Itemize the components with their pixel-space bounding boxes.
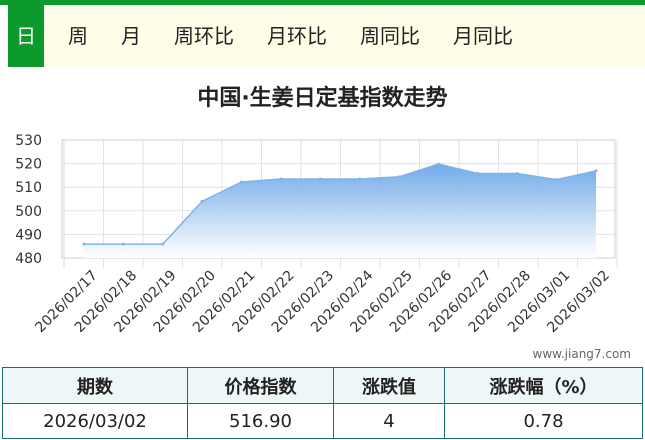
y-tick-label: 520 xyxy=(15,157,42,173)
y-tick-label: 510 xyxy=(15,180,42,196)
cell-period: 2026/03/02 xyxy=(2,403,188,439)
data-point xyxy=(594,169,598,173)
index-trend-chart: 4804905005105205302026/02/172026/02/1820… xyxy=(15,133,618,336)
cell-change-value: 4 xyxy=(333,403,445,439)
data-point xyxy=(200,199,204,203)
data-point xyxy=(318,177,322,181)
header-change-percent: 涨跌幅（%） xyxy=(444,367,643,404)
data-point xyxy=(82,242,86,246)
data-point xyxy=(515,172,519,176)
y-tick-label: 500 xyxy=(15,204,42,220)
header-period: 期数 xyxy=(2,367,188,404)
data-point xyxy=(240,180,244,184)
data-point xyxy=(555,178,559,182)
data-point xyxy=(358,177,362,181)
table-row: 2026/03/02 516.90 4 0.78 xyxy=(2,403,643,439)
index-summary-table: 期数 价格指数 涨跌值 涨跌幅（%） 2026/03/02 516.90 4 0… xyxy=(2,367,643,439)
y-tick-label: 490 xyxy=(15,227,42,243)
data-point xyxy=(279,177,283,181)
tab-month[interactable]: 月 xyxy=(121,5,141,67)
data-point xyxy=(397,175,401,179)
data-point xyxy=(436,162,440,166)
tab-week[interactable]: 周 xyxy=(68,5,88,67)
cell-price-index: 516.90 xyxy=(187,403,334,439)
y-tick-label: 480 xyxy=(15,251,42,267)
header-change-value: 涨跌值 xyxy=(333,367,445,404)
tab-day[interactable]: 日 xyxy=(8,5,44,67)
data-point xyxy=(476,172,480,176)
table-header-row: 期数 价格指数 涨跌值 涨跌幅（%） xyxy=(2,367,643,404)
data-point xyxy=(121,242,125,246)
watermark: www.jiang7.com xyxy=(532,347,631,361)
tab-month-year-on-year[interactable]: 月同比 xyxy=(453,5,513,67)
chart-title: 中国·生姜日定基指数走势 xyxy=(197,86,448,111)
tab-week-year-on-year[interactable]: 周同比 xyxy=(360,5,420,67)
tab-month-on-month[interactable]: 月环比 xyxy=(267,5,327,67)
tab-week-on-week[interactable]: 周环比 xyxy=(174,5,234,67)
period-tabs: 日 周 月 周环比 月环比 周同比 月同比 xyxy=(8,5,645,67)
header-price-index: 价格指数 xyxy=(187,367,334,404)
cell-change-percent: 0.78 xyxy=(444,403,643,439)
data-point xyxy=(161,242,165,246)
y-tick-label: 530 xyxy=(15,133,42,149)
